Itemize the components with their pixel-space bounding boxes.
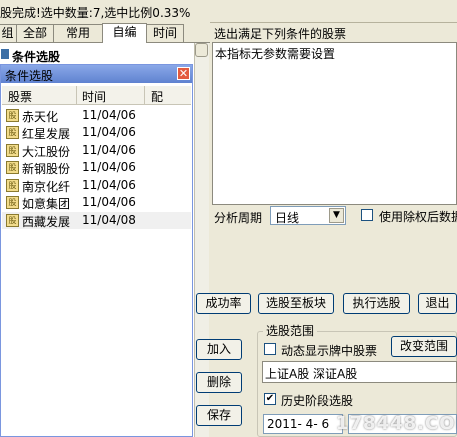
result-window-title: 条件选股 bbox=[5, 69, 54, 83]
table-row[interactable]: 股 新钢股份 11/04/06 bbox=[2, 159, 191, 176]
stock-icon: 股 bbox=[6, 109, 19, 122]
folder-icon bbox=[1, 49, 9, 59]
tab-time[interactable]: 时间 bbox=[146, 24, 184, 42]
period-label: 分析周期 bbox=[214, 211, 263, 225]
table-row[interactable]: 股 大江股份 11/04/06 bbox=[2, 142, 191, 159]
row-stock-name: 南京化纤 bbox=[22, 180, 71, 194]
result-window-titlebar[interactable]: 条件选股 ✕ bbox=[1, 65, 192, 83]
range-title: 选股范围 bbox=[263, 322, 318, 339]
select-to-block-button[interactable]: 选股至板块 bbox=[258, 293, 334, 314]
row-date: 11/04/06 bbox=[82, 178, 136, 192]
row-date: 11/04/06 bbox=[82, 160, 136, 174]
stock-icon: 股 bbox=[6, 161, 19, 174]
description-text: 本指标无参数需要设置 bbox=[215, 47, 336, 61]
table-row[interactable]: 股 如意集团 11/04/06 bbox=[2, 194, 191, 211]
add-button[interactable]: 加入 bbox=[196, 339, 242, 360]
condition-header: 选出满足下列条件的股票 bbox=[214, 27, 347, 41]
exchange-list: 上证A股 深证A股 bbox=[262, 361, 457, 383]
close-icon[interactable]: ✕ bbox=[177, 67, 190, 80]
change-range-button[interactable]: 改变范围 bbox=[391, 336, 457, 357]
row-stock-name: 红星发展 bbox=[22, 127, 71, 141]
adjust-checkbox[interactable] bbox=[361, 209, 373, 221]
tab-custom[interactable]: 自编 bbox=[102, 23, 147, 43]
tree-header[interactable]: 条件选股 bbox=[0, 46, 196, 64]
watermark-text: 178448.COM bbox=[336, 413, 457, 434]
tab-all[interactable]: 全部 bbox=[16, 24, 54, 42]
table-row[interactable]: 股 南京化纤 11/04/06 bbox=[2, 177, 191, 194]
row-stock-name: 新钢股份 bbox=[22, 162, 71, 176]
success-rate-button[interactable]: 成功率 bbox=[196, 293, 251, 314]
stock-icon: 股 bbox=[6, 179, 19, 192]
period-value: 日线 bbox=[275, 211, 300, 225]
tab-common[interactable]: 常用 bbox=[53, 24, 103, 42]
row-stock-name: 如意集团 bbox=[22, 197, 71, 211]
scroll-up-button[interactable] bbox=[195, 43, 208, 57]
exchange-list-text: 上证A股 深证A股 bbox=[265, 367, 358, 381]
stock-icon: 股 bbox=[6, 144, 19, 157]
tab-group[interactable]: 组 bbox=[0, 24, 17, 42]
row-date: 11/04/06 bbox=[82, 108, 136, 122]
tree-header-label: 条件选股 bbox=[12, 50, 61, 64]
row-date: 11/04/06 bbox=[82, 143, 136, 157]
row-stock-name: 西藏发展 bbox=[22, 215, 71, 229]
delete-button[interactable]: 删除 bbox=[196, 372, 242, 393]
history-checkbox[interactable]: ✔ bbox=[264, 393, 276, 405]
start-date-value: 2011- 4- 6 bbox=[267, 417, 330, 431]
dynamic-display-label: 动态显示牌中股票 bbox=[281, 344, 378, 358]
period-select[interactable]: 日线 ▼ bbox=[270, 206, 346, 225]
table-row[interactable]: 股 赤天化 11/04/06 bbox=[2, 107, 191, 124]
stock-icon: 股 bbox=[6, 126, 19, 139]
row-stock-name: 大江股份 bbox=[22, 145, 71, 159]
col-stock[interactable]: 股票 bbox=[8, 88, 32, 105]
result-table-header: 股票 时间 配 bbox=[2, 86, 191, 105]
row-date: 11/04/06 bbox=[82, 195, 136, 209]
save-button[interactable]: 保存 bbox=[196, 405, 242, 426]
col-divider[interactable] bbox=[144, 86, 145, 104]
tab-bar: 组 全部 常用 自编 时间 bbox=[0, 22, 210, 43]
status-bar: 股完成!选中数量:7,选中比例0.33% bbox=[0, 0, 457, 23]
row-date: 11/04/06 bbox=[82, 125, 136, 139]
table-row[interactable]: 股 西藏发展 11/04/08 bbox=[2, 212, 191, 229]
dynamic-display-checkbox[interactable] bbox=[264, 343, 276, 355]
chevron-down-icon[interactable]: ▼ bbox=[329, 208, 344, 223]
row-date: 11/04/08 bbox=[82, 213, 136, 227]
exit-button[interactable]: 退出 bbox=[418, 293, 457, 314]
col-time[interactable]: 时间 bbox=[82, 88, 106, 105]
history-label: 历史阶段选股 bbox=[281, 394, 354, 408]
table-row[interactable]: 股 红星发展 11/04/06 bbox=[2, 124, 191, 141]
row-stock-name: 赤天化 bbox=[22, 110, 59, 124]
col-divider[interactable] bbox=[76, 86, 77, 104]
start-date-input[interactable]: 2011- 4- 6 bbox=[263, 414, 343, 434]
formula-description: 本指标无参数需要设置 bbox=[212, 42, 457, 205]
adjust-label: 使用除权后数据 bbox=[379, 210, 457, 224]
stock-icon: 股 bbox=[6, 214, 19, 227]
status-text: 股完成!选中数量:7,选中比例0.33% bbox=[0, 6, 191, 20]
col-match[interactable]: 配 bbox=[151, 88, 163, 105]
execute-selection-button[interactable]: 执行选股 bbox=[343, 293, 410, 314]
stock-icon: 股 bbox=[6, 196, 19, 209]
